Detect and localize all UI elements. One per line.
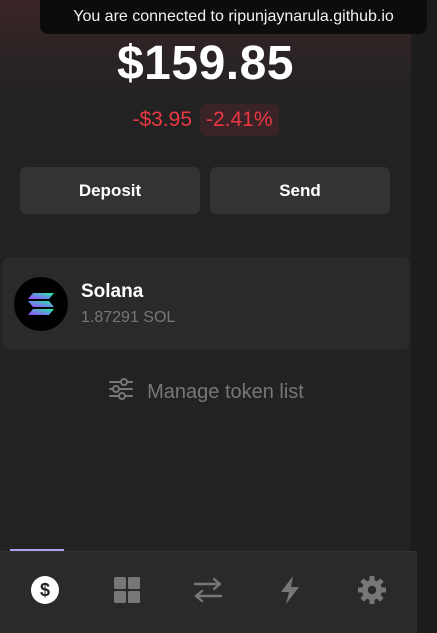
tab-swap[interactable]	[178, 563, 238, 623]
manage-token-list-label: Manage token list	[147, 380, 304, 403]
wallet-balance: $159.85	[116, 37, 294, 90]
connection-tooltip: You are connected to ripunjaynarula.gith…	[40, 0, 427, 34]
deposit-button[interactable]: Deposit	[20, 167, 200, 214]
token-row-solana[interactable]: Solana 1.87291 SOL	[2, 257, 410, 350]
tab-wallet[interactable]: $	[15, 563, 75, 623]
tab-activity[interactable]	[260, 563, 320, 623]
wallet-actions: Deposit Send	[20, 167, 390, 214]
scrollbar-track	[411, 0, 437, 633]
balance-change: -$3.95 -2.41%	[0, 104, 411, 136]
grid-icon	[113, 576, 141, 609]
active-tab-indicator	[10, 549, 64, 551]
balance-change-percent-badge: -2.41%	[200, 104, 279, 136]
swap-arrows-icon	[192, 576, 224, 609]
token-name: Solana	[81, 280, 144, 302]
manage-token-list-button[interactable]: Manage token list	[0, 377, 411, 407]
send-button[interactable]: Send	[210, 167, 390, 214]
solana-logo-icon	[14, 276, 68, 331]
bottom-navigation: $	[0, 551, 417, 633]
dollar-circle-icon: $	[30, 575, 60, 610]
lightning-icon	[279, 575, 301, 610]
token-amount: 1.87291 SOL	[81, 308, 176, 326]
connection-tooltip-text: You are connected to ripunjaynarula.gith…	[73, 8, 394, 25]
tab-settings[interactable]	[342, 563, 402, 623]
token-info: Solana 1.87291 SOL	[81, 281, 175, 327]
balance-change-amount: -$3.95	[132, 108, 192, 131]
sliders-icon	[107, 377, 135, 407]
svg-text:$: $	[40, 580, 50, 600]
gear-icon	[357, 575, 387, 610]
tab-collectibles[interactable]	[97, 563, 157, 623]
